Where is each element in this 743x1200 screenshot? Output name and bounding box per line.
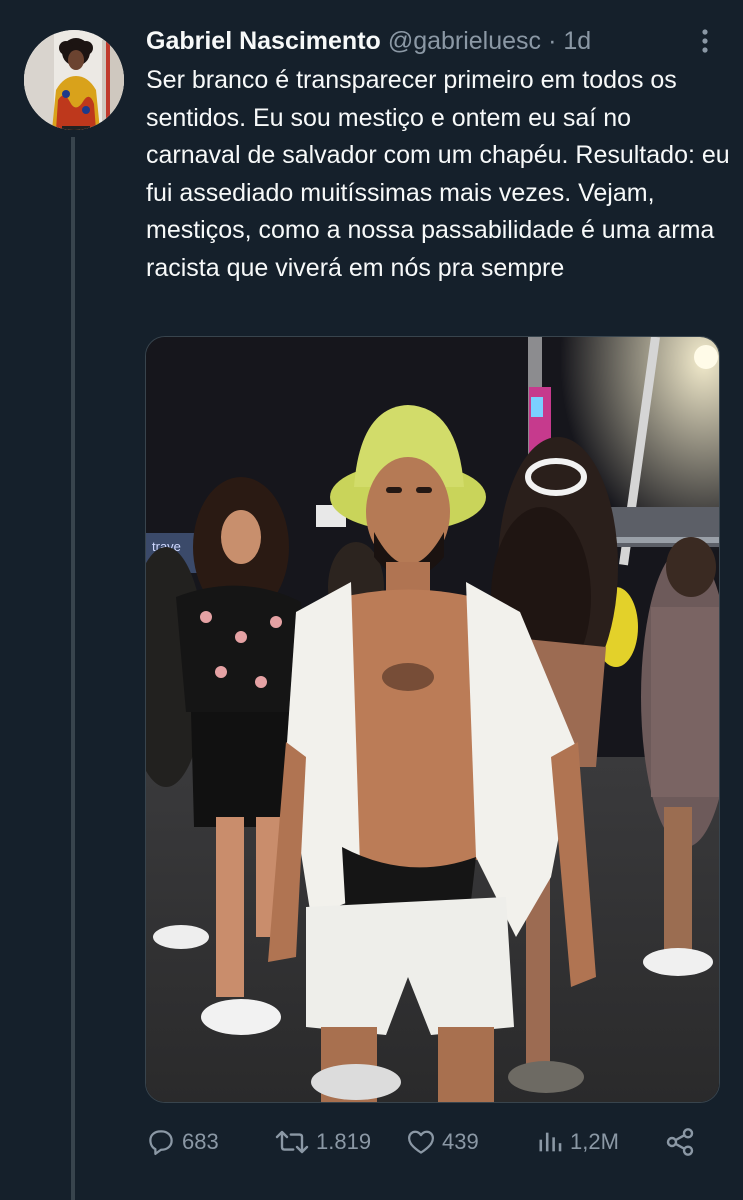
retweet-icon — [274, 1127, 310, 1157]
thread-line — [71, 137, 75, 1200]
tweet-photo[interactable]: trave — [145, 336, 720, 1103]
like-button[interactable]: 439 — [406, 1122, 479, 1162]
tweet-text: Ser branco é transparecer primeiro em to… — [146, 66, 730, 282]
avatar[interactable] — [24, 30, 124, 130]
like-icon — [406, 1127, 436, 1157]
photo-image: trave — [146, 337, 719, 1102]
display-name[interactable]: Gabriel Nascimento — [146, 27, 381, 56]
reply-icon — [146, 1127, 176, 1157]
share-button[interactable] — [664, 1122, 696, 1162]
views-count: 1,2M — [570, 1129, 619, 1154]
tweet-header: Gabriel Nascimento @gabrieluesc · 1d — [146, 24, 591, 58]
views-button[interactable]: 1,2M — [536, 1122, 619, 1162]
retweet-count: 1.819 — [316, 1129, 372, 1154]
more-icon[interactable] — [690, 26, 720, 56]
retweet-button[interactable]: 1.819 — [274, 1122, 371, 1162]
avatar-image — [24, 30, 124, 130]
like-count: 439 — [442, 1129, 479, 1154]
share-icon — [664, 1126, 696, 1158]
reply-count: 683 — [182, 1129, 219, 1154]
views-icon — [536, 1127, 564, 1157]
tweet-action-bar: 683 1.819 439 1,2M — [146, 1122, 706, 1162]
reply-button[interactable]: 683 — [146, 1122, 219, 1162]
user-handle[interactable]: @gabrieluesc — [388, 27, 541, 56]
timestamp[interactable]: 1d — [563, 27, 591, 56]
separator-dot: · — [548, 26, 557, 55]
